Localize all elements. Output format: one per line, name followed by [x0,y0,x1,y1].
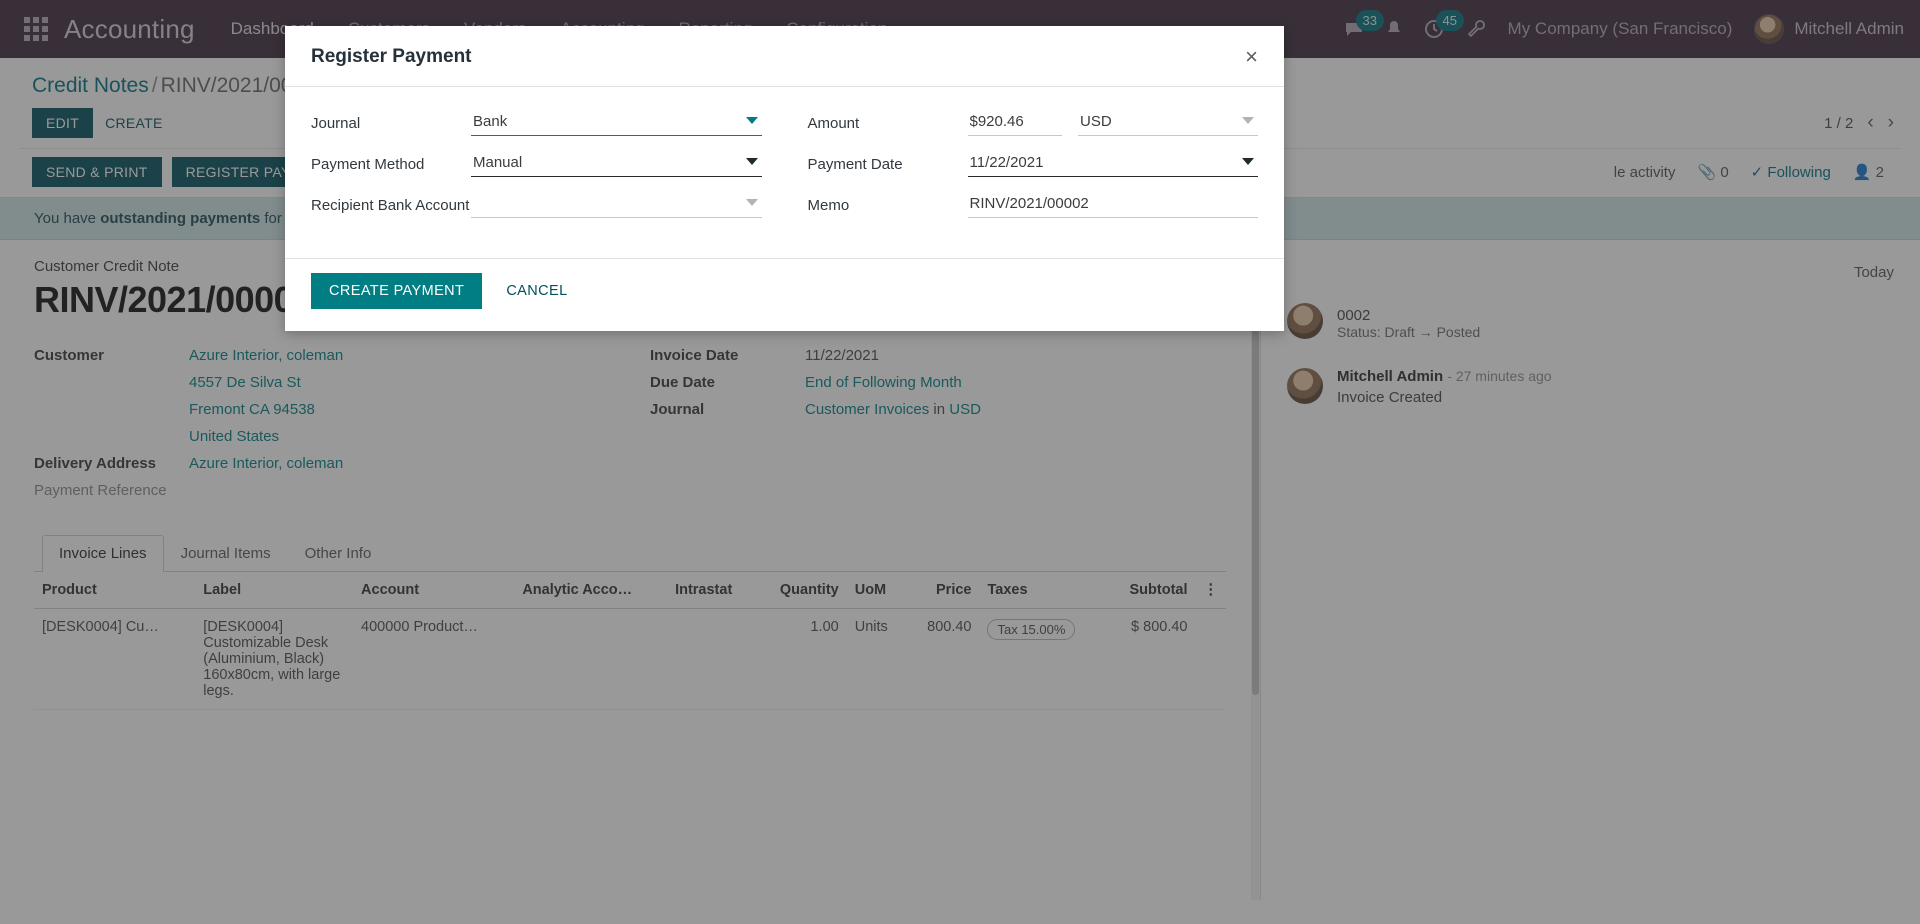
payment-date-label: Payment Date [807,156,903,173]
currency-select-wrap [1078,109,1258,136]
journal-field-wrap [471,109,762,136]
dialog-footer: CREATE PAYMENT CANCEL [285,258,1284,331]
journal-input[interactable] [471,109,762,136]
payment-method-label: Payment Method [311,156,425,173]
field-recipient-bank-row: Recipient Bank Account [311,191,762,218]
payment-method-field-wrap [471,150,762,177]
recipient-bank-account-label: Recipient Bank Account [311,197,470,214]
amount-input[interactable] [967,109,1062,136]
dialog-header: Register Payment × [285,26,1284,87]
dialog-title: Register Payment [311,46,472,67]
amount-label: Amount [807,115,860,132]
currency-input[interactable] [1078,109,1258,136]
payment-date-field-wrap [967,150,1258,177]
dialog-body: Journal Payment Method [285,87,1284,258]
payment-date-input[interactable] [967,150,1258,177]
cancel-button[interactable]: CANCEL [492,273,581,309]
journal-label: Journal [311,115,361,132]
dialog-right-column: Amount Payment Date [807,109,1258,232]
recipient-bank-account-input[interactable] [471,191,762,218]
memo-field-wrap [967,191,1258,218]
memo-label: Memo [807,197,850,214]
field-journal-row: Journal [311,109,762,136]
field-payment-date-row: Payment Date [807,150,1258,177]
dialog-form-grid: Journal Payment Method [311,109,1258,232]
field-payment-method-row: Payment Method [311,150,762,177]
amount-field-wrap [967,109,1258,136]
close-icon[interactable]: × [1245,46,1258,68]
create-payment-button[interactable]: CREATE PAYMENT [311,273,483,309]
memo-input[interactable] [967,191,1258,218]
dialog-left-column: Journal Payment Method [311,109,762,232]
recipient-bank-field-wrap [471,191,762,218]
field-memo-row: Memo [807,191,1258,218]
payment-method-input[interactable] [471,150,762,177]
register-payment-dialog: Register Payment × Journal Payment Metho… [285,26,1284,331]
amount-input-wrap [967,109,1062,136]
field-amount-row: Amount [807,109,1258,136]
